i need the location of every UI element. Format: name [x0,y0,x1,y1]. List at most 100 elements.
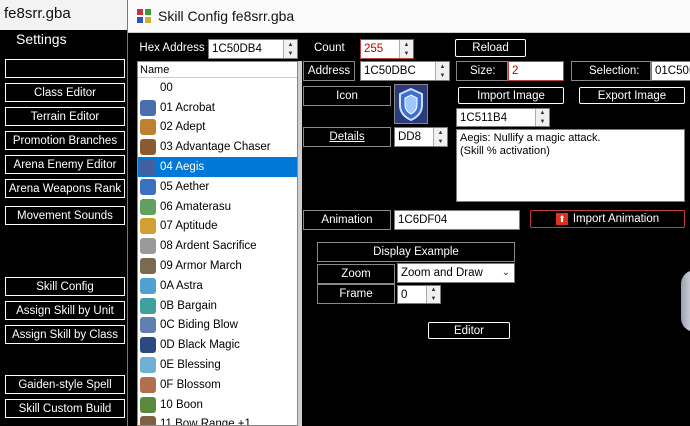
list-item[interactable]: 10 Boon [138,395,297,415]
skill-icon [140,139,156,156]
address-input[interactable]: 1C50DBC ▲ ▼ [360,61,450,81]
list-item-label: 07 Aptitude [160,220,218,233]
icon-pointer-input[interactable]: 1C511B4 ▲ ▼ [456,108,550,127]
details-input[interactable]: DD8 ▲ ▼ [394,127,448,147]
skill-icon [140,119,156,136]
frame-input[interactable]: 0 ▲ ▼ [397,285,441,304]
import-animation-button[interactable]: ⬆ Import Animation [530,210,685,228]
list-item[interactable]: 0B Bargain [138,296,297,316]
side-button-arena-weapons-rank[interactable]: Arena Weapons Rank [5,179,125,198]
frame-label: Frame [317,284,395,304]
import-image-button[interactable]: Import Image [458,87,564,104]
sprite-preview-edge [681,270,690,332]
side-button-class-editor[interactable]: Class Editor [5,83,125,102]
list-item[interactable]: 02 Adept [138,118,297,138]
hex-address-spinner[interactable]: ▲ ▼ [283,40,297,58]
upload-icon: ⬆ [555,213,568,225]
count-spinner[interactable]: ▲ ▼ [399,40,413,58]
list-item[interactable]: 0A Astra [138,276,297,296]
hex-address-label: Hex Address [139,42,205,54]
list-item-label: 01 Acrobat [160,101,215,114]
list-scrollbar[interactable] [298,61,302,426]
list-item[interactable]: 09 Armor March [138,256,297,276]
icon-pointer-value: 1C511B4 [460,111,508,124]
list-item-label: 08 Ardent Sacrifice [160,240,257,253]
details-spinner[interactable]: ▲ ▼ [433,128,447,146]
skill-icon [140,317,156,334]
list-item-label: 0B Bargain [160,299,217,312]
zoom-label: Zoom [317,264,395,284]
list-item[interactable]: 00 [138,78,297,98]
skill-list[interactable]: Name 00 01 Acrobat 02 Adept 03 Advantage Ch… [137,61,298,426]
skill-icon [140,159,156,176]
list-item[interactable]: 05 Aether [138,177,297,197]
main-window-title: fe8srr.gba [4,5,71,22]
list-item[interactable]: 08 Ardent Sacrifice [138,236,297,256]
side-button-arena-enemy-editor[interactable]: Arena Enemy Editor [5,155,125,174]
list-item[interactable]: 0F Blossom [138,375,297,395]
selection-input[interactable]: 01C50D [651,61,690,81]
side-button-skill-config[interactable]: Skill Config [5,277,125,296]
dialog-titlebar: Skill Config fe8srr.gba [128,0,690,33]
side-button-gaiden-style-spell[interactable]: Gaiden-style Spell [5,375,125,394]
skill-description[interactable]: Aegis: Nullify a magic attack. (Skill % … [456,129,685,202]
list-item[interactable]: 0C Biding Blow [138,316,297,336]
editor-button[interactable]: Editor [428,322,510,339]
count-input[interactable]: 255 ▲ ▼ [360,39,414,59]
list-item-label: 0A Astra [160,279,203,292]
side-button-terrain-editor[interactable]: Terrain Editor [5,107,125,126]
list-item-label: 06 Amaterasu [160,200,231,213]
list-item-label: 04 Aegis [160,161,205,174]
animation-input[interactable]: 1C6DF04 [394,210,520,230]
skill-list-items: 00 01 Acrobat 02 Adept 03 Advantage Chaser 0… [138,78,297,425]
hex-address-input[interactable]: 1C50DB4 ▲ ▼ [208,39,298,59]
list-item[interactable]: 07 Aptitude [138,217,297,237]
list-item-label: 0D Black Magic [160,339,240,352]
zoom-value: Zoom and Draw [401,267,483,279]
list-item-label: 02 Adept [160,121,206,134]
side-button-promotion-branches[interactable]: Promotion Branches [5,131,125,150]
skill-config-dialog: Skill Config fe8srr.gba Hex Address 1C50… [127,0,690,426]
skill-icon [140,277,156,294]
side-button-assign-skill-by-class[interactable]: Assign Skill by Class [5,325,125,344]
side-button-skill-custom-build[interactable]: Skill Custom Build [5,399,125,418]
frame-value: 0 [401,288,408,301]
skill-icon [140,337,156,354]
settings-label: Settings [16,31,67,47]
address-label: Address [303,61,355,81]
list-item[interactable]: 04 Aegis [138,157,297,177]
list-item[interactable]: 01 Acrobat [138,98,297,118]
skill-icon [140,99,156,116]
skill-icon [140,238,156,255]
animation-label: Animation [303,210,391,230]
list-item[interactable]: 11 Bow Range +1 [138,415,297,425]
address-spinner[interactable]: ▲ ▼ [435,62,449,80]
list-item-label: 09 Armor March [160,260,242,273]
list-item[interactable]: 03 Advantage Chaser [138,137,297,157]
details-value: DD8 [398,131,422,143]
list-item[interactable]: 06 Amaterasu [138,197,297,217]
list-item[interactable]: 0D Black Magic [138,335,297,355]
size-input[interactable]: 2 [508,61,564,81]
chevron-down-icon: ⌄ [501,267,510,278]
side-button-assign-skill-by-unit[interactable]: Assign Skill by Unit [5,301,125,320]
list-item-label: 0F Blossom [160,378,221,391]
aegis-shield-icon [395,85,427,123]
blank-side-button[interactable] [5,59,125,78]
import-animation-label: Import Animation [572,213,660,225]
icon-pointer-spinner[interactable]: ▲ ▼ [535,109,549,126]
dialog-title: Skill Config fe8srr.gba [158,8,295,24]
side-button-movement-sounds[interactable]: Movement Sounds [5,206,125,225]
list-item-label: 03 Advantage Chaser [160,141,271,154]
count-label: Count [314,42,345,54]
reload-button[interactable]: Reload [455,39,526,57]
display-example-label: Display Example [317,242,515,262]
zoom-select[interactable]: Zoom and Draw ⌄ [397,263,515,283]
skill-icon [140,416,156,425]
details-link[interactable]: Details [303,127,391,147]
export-image-button[interactable]: Export Image [579,87,685,104]
icon-label: Icon [303,86,391,106]
list-item[interactable]: 0E Blessing [138,355,297,375]
frame-spinner[interactable]: ▲ ▼ [426,286,440,303]
count-value: 255 [364,43,384,55]
